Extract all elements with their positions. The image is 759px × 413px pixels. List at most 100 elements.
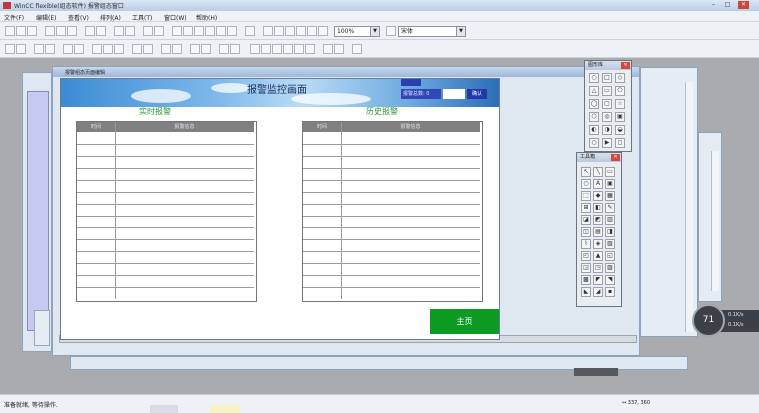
rotate-icon[interactable]	[216, 26, 226, 36]
select-icon[interactable]	[5, 44, 15, 54]
align-middle-icon[interactable]	[63, 44, 73, 54]
unlock-icon[interactable]	[219, 44, 229, 54]
undo-icon[interactable]	[85, 26, 95, 36]
zoom-select[interactable]: 100% ▼	[334, 26, 380, 37]
tool-tool-icon[interactable]: ▧	[605, 239, 615, 249]
shape-1-icon[interactable]	[250, 44, 260, 54]
maximize-button[interactable]: □	[722, 1, 733, 9]
space-v-icon[interactable]	[161, 44, 171, 54]
shape-tool-icon[interactable]: ◯	[589, 99, 599, 109]
shape-tool-icon[interactable]: ◐	[589, 125, 599, 135]
front-icon[interactable]	[172, 26, 182, 36]
shape-tool-icon[interactable]: ◻	[615, 138, 625, 148]
shape-tool-icon[interactable]: ▶	[602, 138, 612, 148]
shape-tool-icon[interactable]: ☆	[615, 99, 625, 109]
shape-tool-icon[interactable]: ▣	[615, 112, 625, 122]
shape-4-icon[interactable]	[283, 44, 293, 54]
new-icon[interactable]	[5, 26, 15, 36]
italic-icon[interactable]	[274, 26, 284, 36]
distribute-h-icon[interactable]	[74, 44, 84, 54]
tool-tool-icon[interactable]: ▭	[605, 167, 615, 177]
flip-icon[interactable]	[227, 26, 237, 36]
tool-tool-icon[interactable]: ◥	[605, 275, 615, 285]
chevron-down-icon[interactable]: ▼	[456, 27, 465, 36]
tool-tool-icon[interactable]: ◢	[593, 287, 603, 297]
vertical-scrollbar[interactable]	[711, 151, 719, 291]
back-icon[interactable]	[183, 26, 193, 36]
redo-icon[interactable]	[96, 26, 106, 36]
shape-tool-icon[interactable]: △	[589, 86, 599, 96]
tool-tool-icon[interactable]: ◈	[593, 239, 603, 249]
same-width-icon[interactable]	[103, 44, 113, 54]
tool-tool-icon[interactable]: ○	[581, 179, 591, 189]
same-height-icon[interactable]	[114, 44, 124, 54]
color-icon[interactable]	[296, 26, 306, 36]
shape-3-icon[interactable]	[272, 44, 282, 54]
run-icon[interactable]	[323, 44, 333, 54]
align-top-icon[interactable]	[34, 44, 44, 54]
tool-tool-icon[interactable]: ▤	[593, 227, 603, 237]
copy-icon[interactable]	[56, 26, 66, 36]
tool-tool-icon[interactable]: A	[593, 179, 603, 189]
distribute-v-icon[interactable]	[92, 44, 102, 54]
menu-arrange[interactable]: 排列(A)	[100, 13, 121, 22]
home-button[interactable]: 主页	[430, 309, 499, 334]
menu-view[interactable]: 查看(V)	[68, 13, 89, 22]
shape-tool-icon[interactable]: □	[602, 73, 612, 83]
shape-tool-icon[interactable]: ◒	[615, 125, 625, 135]
percent-badge[interactable]: 71	[692, 304, 725, 337]
font-select[interactable]: 宋体 ▼	[398, 26, 466, 37]
tool-tool-icon[interactable]: ▨	[605, 263, 615, 273]
tool-tool-icon[interactable]: ⊞	[581, 203, 591, 213]
tool-tool-icon[interactable]: ╲	[593, 167, 603, 177]
font-icon[interactable]	[386, 26, 396, 36]
center-h-icon[interactable]	[172, 44, 182, 54]
align-bottom-icon[interactable]	[45, 44, 55, 54]
same-size-icon[interactable]	[132, 44, 142, 54]
vertical-scrollbar[interactable]	[685, 82, 693, 332]
move-icon[interactable]	[16, 44, 26, 54]
shape-tool-icon[interactable]: ○	[589, 73, 599, 83]
tool-tool-icon[interactable]: ⬚	[581, 191, 591, 201]
tool-tool-icon[interactable]: ◳	[593, 263, 603, 273]
layer-icon[interactable]	[205, 26, 215, 36]
debug-icon[interactable]	[352, 44, 362, 54]
menu-tools[interactable]: 工具(T)	[132, 13, 152, 22]
shape-6-icon[interactable]	[305, 44, 315, 54]
tool-tool-icon[interactable]: ◧	[593, 203, 603, 213]
chart-icon[interactable]	[245, 26, 255, 36]
bold-icon[interactable]	[263, 26, 273, 36]
shape-tool-icon[interactable]: ◇	[615, 73, 625, 83]
grid-icon[interactable]	[194, 26, 204, 36]
shape-tool-icon[interactable]: ▭	[602, 86, 612, 96]
tool-tool-icon[interactable]: ◫	[581, 227, 591, 237]
tool-tool-icon[interactable]: ▩	[581, 275, 591, 285]
minimized-window[interactable]	[574, 368, 618, 376]
shape-tool-icon[interactable]: ◎	[602, 112, 612, 122]
ungroup-icon[interactable]	[154, 26, 164, 36]
tool-tool-icon[interactable]: ✎	[605, 203, 615, 213]
menu-file[interactable]: 文件(F)	[4, 13, 24, 22]
underline-icon[interactable]	[285, 26, 295, 36]
close-button[interactable]: ✕	[738, 1, 749, 9]
line-icon[interactable]	[318, 26, 328, 36]
paste-icon[interactable]	[67, 26, 77, 36]
space-h-icon[interactable]	[143, 44, 153, 54]
align-center-icon[interactable]	[125, 26, 135, 36]
tool-tool-icon[interactable]: ◲	[581, 263, 591, 273]
minimize-button[interactable]: –	[708, 1, 719, 9]
cut-icon[interactable]	[45, 26, 55, 36]
close-icon[interactable]: ✕	[611, 154, 620, 161]
tool-tool-icon[interactable]: ◣	[581, 287, 591, 297]
shape-2-icon[interactable]	[261, 44, 271, 54]
shape-tool-icon[interactable]: ⬠	[615, 86, 625, 96]
close-icon[interactable]: ✕	[621, 62, 630, 69]
tool-tool-icon[interactable]: ◰	[581, 251, 591, 261]
menu-edit[interactable]: 编辑(E)	[36, 13, 56, 22]
align-left-icon[interactable]	[114, 26, 124, 36]
hide-icon[interactable]	[230, 44, 240, 54]
tool-tool-icon[interactable]: ▦	[605, 191, 615, 201]
tool-tool-icon[interactable]: ◤	[593, 275, 603, 285]
ack-button[interactable]: 确认	[467, 89, 487, 99]
tool-tool-icon[interactable]: ⌇	[581, 239, 591, 249]
